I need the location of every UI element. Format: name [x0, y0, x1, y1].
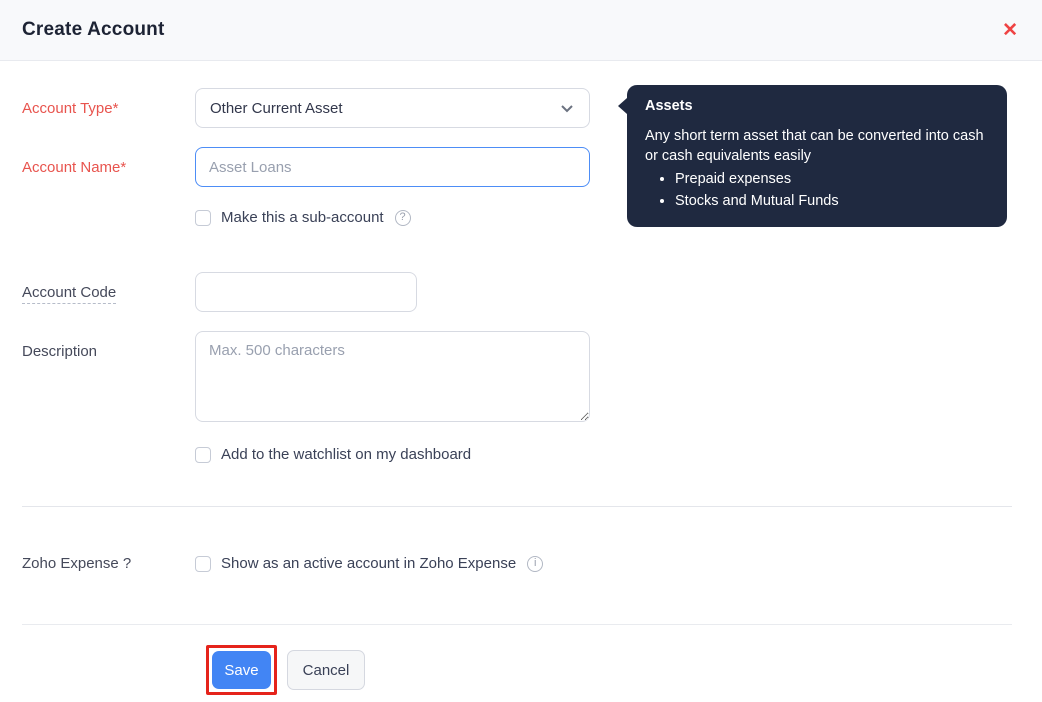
sub-account-checkbox[interactable]	[195, 210, 211, 226]
description-row: Description	[22, 331, 1012, 422]
create-account-modal: Create Account ✕ Account Type* Other Cur…	[0, 0, 1042, 702]
page-title: Create Account	[22, 19, 165, 41]
account-code-row: Account Code	[22, 272, 1012, 312]
account-code-label: Account Code	[22, 284, 195, 301]
watchlist-row: Add to the watchlist on my dashboard	[195, 446, 1012, 463]
assets-tooltip: Assets Any short term asset that can be …	[627, 85, 1007, 227]
description-label: Description	[22, 331, 195, 360]
save-button[interactable]: Save	[212, 651, 271, 689]
tooltip-body: Any short term asset that can be convert…	[645, 126, 989, 166]
cancel-button[interactable]: Cancel	[287, 650, 365, 690]
section-divider	[22, 506, 1012, 507]
tooltip-bullet: Stocks and Mutual Funds	[675, 191, 989, 211]
zoho-expense-checkbox[interactable]	[195, 556, 211, 572]
tooltip-bullet: Prepaid expenses	[675, 169, 989, 189]
account-code-input[interactable]	[195, 272, 417, 312]
info-icon[interactable]: i	[527, 556, 543, 572]
account-type-value: Other Current Asset	[210, 100, 343, 117]
zoho-expense-label: Zoho Expense ?	[22, 555, 195, 572]
watchlist-label: Add to the watchlist on my dashboard	[221, 446, 471, 463]
account-name-label: Account Name*	[22, 159, 195, 176]
help-icon[interactable]: ?	[395, 210, 411, 226]
tooltip-title: Assets	[645, 98, 989, 114]
modal-header: Create Account ✕	[0, 0, 1042, 61]
close-icon[interactable]: ✕	[1002, 21, 1018, 40]
modal-footer: Save Cancel	[22, 624, 1012, 695]
account-type-label: Account Type*	[22, 100, 195, 117]
account-type-select[interactable]: Other Current Asset	[195, 88, 590, 128]
watchlist-checkbox[interactable]	[195, 447, 211, 463]
description-textarea[interactable]	[195, 331, 590, 422]
account-name-input[interactable]	[195, 147, 590, 187]
zoho-expense-row: Zoho Expense ? Show as an active account…	[22, 555, 1012, 572]
save-button-highlight: Save	[206, 645, 277, 695]
zoho-expense-checkbox-label: Show as an active account in Zoho Expens…	[221, 555, 516, 572]
tooltip-bullet-list: Prepaid expenses Stocks and Mutual Funds	[645, 169, 989, 211]
sub-account-label: Make this a sub-account	[221, 209, 384, 226]
chevron-down-icon	[559, 100, 575, 116]
